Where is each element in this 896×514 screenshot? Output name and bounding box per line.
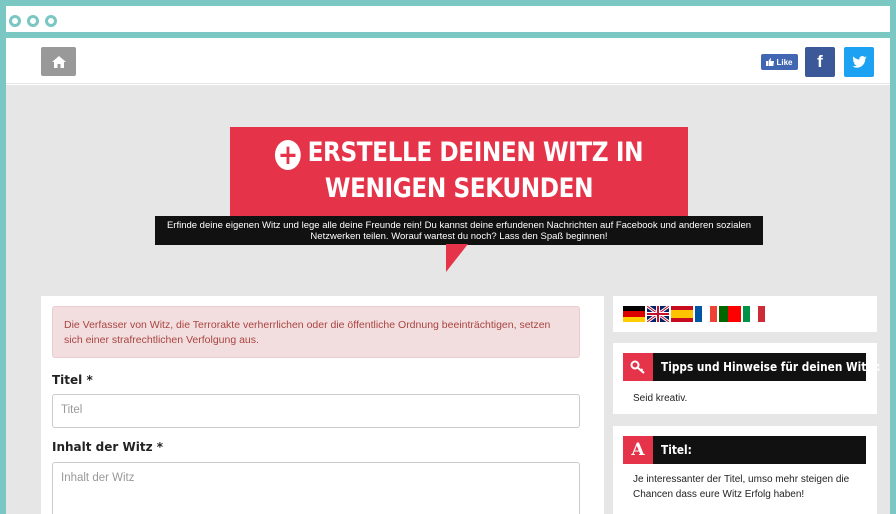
facebook-like-button[interactable]: Like	[761, 54, 798, 70]
legal-warning-alert: Die Verfasser von Witz, die Terrorakte v…	[52, 306, 580, 358]
hero-subtitle: Erfinde deine eigenen Witz und lege alle…	[155, 216, 763, 245]
tips-text: Seid kreativ.	[633, 393, 688, 404]
title-hint-title: Titel:	[661, 443, 692, 457]
letter-a-icon: A	[623, 436, 653, 464]
home-button[interactable]	[41, 47, 76, 76]
hero-title-line-2: WENIGEN SEKUNDEN	[324, 173, 594, 204]
twitter-share-button[interactable]	[844, 47, 874, 77]
spanish-flag[interactable]	[671, 306, 693, 322]
title-hint-text: Je interessanter der Titel, umso mehr st…	[633, 474, 850, 500]
title-hint-header: A Titel:	[623, 436, 866, 464]
title-hint-panel: A Titel: Je interessanter der Titel, ums…	[613, 426, 877, 514]
title-field-label: Titel *	[52, 373, 93, 387]
thumbs-up-icon	[766, 58, 775, 66]
like-label: Like	[776, 57, 793, 67]
tips-header: Tipps und Hinweise für deinen Witz :	[623, 353, 880, 381]
language-flags-panel	[613, 296, 877, 332]
joke-form-card: Die Verfasser von Witz, die Terrorakte v…	[41, 296, 604, 514]
browser-frame: Like f + ERSTELLE DEINEN WITZ IN WENIGEN …	[0, 0, 896, 514]
twitter-icon	[851, 56, 867, 68]
uk-flag[interactable]	[647, 306, 669, 322]
tips-panel: Tipps und Hinweise für deinen Witz : Sei…	[613, 343, 880, 414]
hero-title-line-1: ERSTELLE DEINEN WITZ IN	[307, 137, 644, 168]
top-navbar: Like f	[6, 38, 890, 84]
window-titlebar	[6, 6, 890, 38]
content-field-label: Inhalt der Witz *	[52, 440, 164, 454]
portuguese-flag[interactable]	[719, 306, 741, 322]
facebook-share-button[interactable]: f	[805, 47, 835, 77]
speech-bubble-tail	[446, 244, 468, 272]
tips-icon	[623, 353, 653, 381]
german-flag[interactable]	[623, 306, 645, 322]
home-icon	[51, 55, 66, 68]
key-icon	[630, 360, 645, 374]
window-dot-2[interactable]	[27, 15, 39, 27]
window-dot-1[interactable]	[9, 15, 21, 27]
page-content: + ERSTELLE DEINEN WITZ IN WENIGEN SEKUNDE…	[6, 85, 890, 514]
french-flag[interactable]	[695, 306, 717, 322]
title-input[interactable]: Titel	[52, 394, 580, 428]
facebook-icon: f	[817, 52, 823, 71]
plus-circle-icon: +	[274, 140, 301, 170]
hero-title: + ERSTELLE DEINEN WITZ IN WENIGEN SEKUNDE…	[262, 135, 656, 207]
italian-flag[interactable]	[743, 306, 765, 322]
window-dot-3[interactable]	[45, 15, 57, 27]
tips-title: Tipps und Hinweise für deinen Witz :	[661, 360, 881, 374]
content-textarea[interactable]: Inhalt der Witz	[52, 462, 580, 514]
